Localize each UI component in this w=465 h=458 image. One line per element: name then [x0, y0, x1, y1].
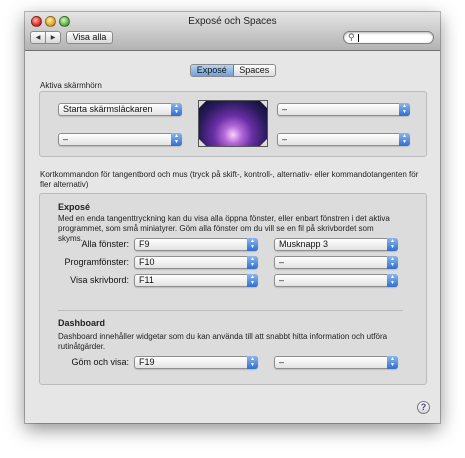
show-all-button[interactable]: Visa alla	[66, 31, 113, 44]
all-windows-label: Alla fönster:	[81, 239, 129, 249]
tab-spaces[interactable]: Spaces	[234, 65, 276, 76]
popup-arrows-icon: ▲ ▼	[247, 238, 258, 251]
popup-value: –	[279, 275, 285, 285]
tab-expose[interactable]: Exposé	[191, 65, 234, 76]
expose-section-title: Exposé	[58, 202, 91, 212]
popup-arrows-icon: ▲ ▼	[247, 274, 258, 287]
show-desktop-mouse-popup[interactable]: – ▲ ▼	[274, 274, 398, 287]
popup-value: F10	[139, 257, 155, 267]
hot-corner-bottom-left-popup[interactable]: – ▲ ▼	[58, 133, 182, 146]
application-windows-label: Programfönster:	[64, 257, 129, 267]
title-bar: Exposé och Spaces ◀ ▶ Visa alla ⚲	[25, 12, 440, 51]
magnifier-icon: ⚲	[348, 32, 355, 42]
popup-arrows-icon: ▲ ▼	[171, 103, 182, 116]
text-cursor	[358, 34, 359, 42]
shortcuts-heading: Kortkommandon för tangentbord och mus (t…	[40, 170, 419, 189]
popup-arrows-icon: ▲ ▼	[387, 356, 398, 369]
popup-value: –	[63, 134, 69, 144]
all-windows-mouse-popup[interactable]: Musknapp 3 ▲ ▼	[274, 238, 398, 251]
popup-arrows-icon: ▲ ▼	[247, 256, 258, 269]
popup-value: Musknapp 3	[279, 239, 329, 249]
application-windows-mouse-popup[interactable]: – ▲ ▼	[274, 256, 398, 269]
hot-corners-heading: Aktiva skärmhörn	[40, 81, 102, 90]
popup-arrows-icon: ▲ ▼	[399, 103, 410, 116]
dashboard-mouse-popup[interactable]: – ▲ ▼	[274, 356, 398, 369]
dashboard-section-title: Dashboard	[58, 318, 106, 328]
forward-arrow-icon[interactable]: ▶	[45, 32, 60, 43]
application-windows-key-popup[interactable]: F10 ▲ ▼	[134, 256, 258, 269]
popup-value: –	[282, 104, 288, 114]
back-arrow-icon[interactable]: ◀	[31, 32, 45, 43]
popup-value: –	[279, 357, 285, 367]
hot-corner-bottom-right-popup[interactable]: – ▲ ▼	[277, 133, 410, 146]
preferences-window: Exposé och Spaces ◀ ▶ Visa alla ⚲ Exposé…	[25, 12, 440, 423]
tab-switcher: Exposé Spaces	[190, 64, 276, 77]
window-title: Exposé och Spaces	[188, 16, 277, 27]
desktop-preview-image	[198, 100, 268, 147]
show-desktop-key-popup[interactable]: F11 ▲ ▼	[134, 274, 258, 287]
popup-value: F9	[139, 239, 150, 249]
popup-arrows-icon: ▲ ▼	[247, 356, 258, 369]
popup-value: F19	[139, 357, 155, 367]
section-divider	[58, 310, 403, 311]
popup-value: Starta skärmsläckaren	[63, 104, 153, 114]
popup-arrows-icon: ▲ ▼	[399, 133, 410, 146]
popup-arrows-icon: ▲ ▼	[387, 238, 398, 251]
popup-value: –	[279, 257, 285, 267]
popup-value: F11	[139, 275, 154, 285]
dashboard-description: Dashboard innehåller widgetar som du kan…	[58, 332, 388, 351]
popup-value: –	[282, 134, 288, 144]
nav-buttons: ◀ ▶	[30, 31, 61, 44]
hot-corner-top-left-popup[interactable]: Starta skärmsläckaren ▲ ▼	[58, 103, 182, 116]
hot-corner-top-right-popup[interactable]: – ▲ ▼	[277, 103, 410, 116]
dashboard-key-popup[interactable]: F19 ▲ ▼	[134, 356, 258, 369]
hide-and-show-label: Göm och visa:	[71, 357, 129, 367]
help-button[interactable]: ?	[417, 401, 430, 414]
popup-arrows-icon: ▲ ▼	[387, 274, 398, 287]
corner-markers-icon	[199, 101, 267, 146]
popup-arrows-icon: ▲ ▼	[171, 133, 182, 146]
show-desktop-label: Visa skrivbord:	[70, 275, 129, 285]
all-windows-key-popup[interactable]: F9 ▲ ▼	[134, 238, 258, 251]
popup-arrows-icon: ▲ ▼	[387, 256, 398, 269]
search-field[interactable]: ⚲	[343, 31, 434, 44]
